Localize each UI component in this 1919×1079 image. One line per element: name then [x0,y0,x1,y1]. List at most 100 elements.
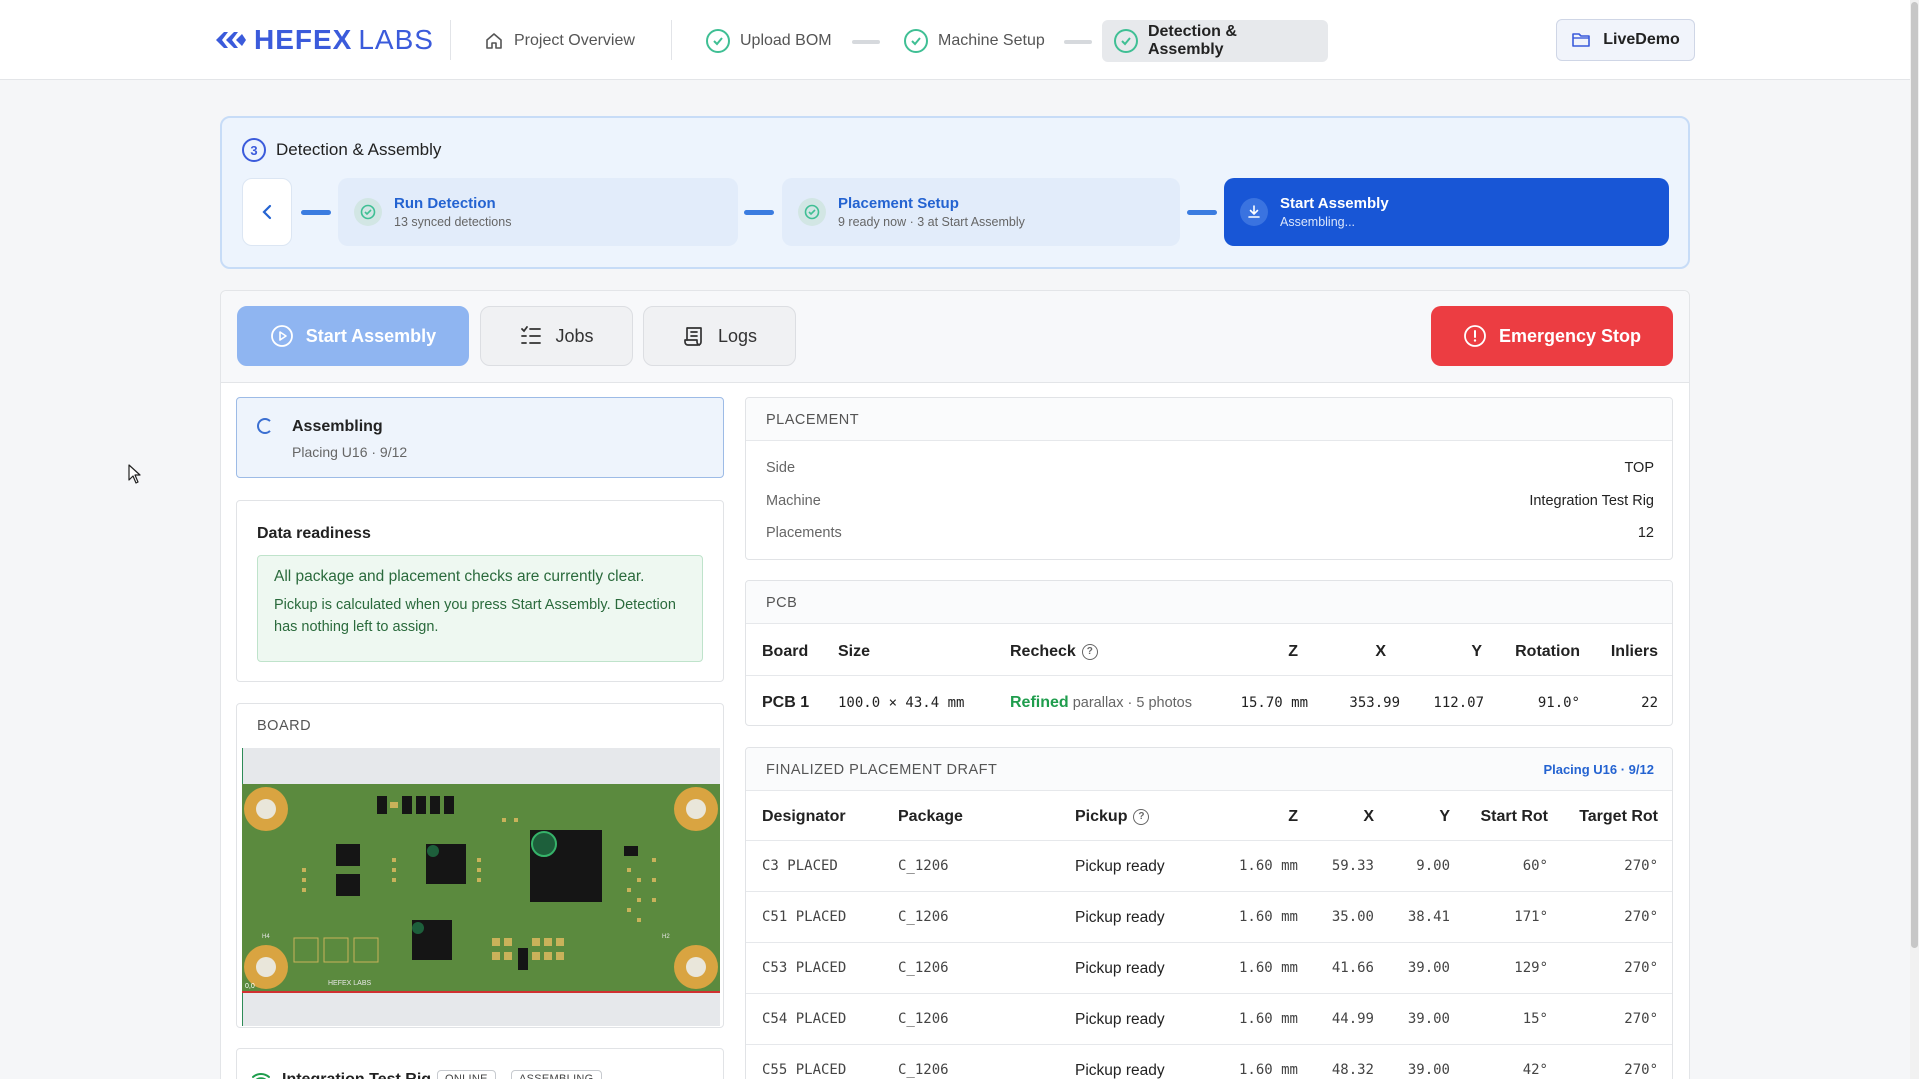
placement-row-placements: Placements 12 [766,525,1654,541]
divider [450,20,451,60]
placement-section-title: PLACEMENT [746,398,1672,441]
draft-table-row[interactable]: C54 PLACED C_1206 Pickup ready 1.60 mm 44.99… [746,994,1672,1045]
draft-table-row[interactable]: C51 PLACED C_1206 Pickup ready 1.60 mm 35.00… [746,892,1672,943]
stepper-header: 3 Detection & Assembly [242,138,441,162]
jobs-tab[interactable]: Jobs [480,306,633,366]
start-assembly-label: Start Assembly [305,325,437,346]
nav-detection-assembly-label: Detection & Assembly [1147,23,1237,58]
online-badge: ONLINE [437,1070,496,1079]
draft-cell-start-rot: 42° [1522,1062,1548,1078]
draft-cell-start-rot: 129° [1514,960,1548,976]
scrollbar-thumb[interactable] [1911,2,1918,948]
logs-label: Logs [717,325,758,346]
draft-header-pickup-label: Pickup [1075,808,1128,825]
draft-cell-z: 1.60 mm [1238,960,1298,976]
nav-upload-bom-label: Upload BOM [740,32,832,49]
nav-connector [1064,40,1092,44]
live-demo-button[interactable]: LiveDemo [1556,19,1695,61]
step-connector [301,210,331,215]
folder-icon [1572,33,1591,47]
check-circle-icon [798,198,826,226]
draft-cell-z: 1.60 mm [1238,909,1298,925]
step-number-badge: 3 [242,138,266,162]
help-icon[interactable]: ? [1133,808,1150,825]
draft-table-row[interactable]: C55 PLACED C_1206 Pickup ready 1.60 mm 48.32… [746,1045,1672,1079]
nav-project-overview[interactable]: Project Overview [472,20,647,62]
draft-table-row[interactable]: C3 PLACED C_1206 Pickup ready 1.60 mm 59.33 9… [746,841,1672,892]
brand-word-2: LABS [358,24,434,55]
nav-machine-setup[interactable]: Machine Setup [892,20,1057,62]
draft-cell-designator: C51 PLACED [762,909,847,925]
draft-cell-package: C_1206 [898,909,949,925]
board-viewer[interactable]: HEFEX LABS H4 H2 0,0 [241,748,720,1026]
draft-cell-package: C_1206 [898,1011,949,1027]
top-bar: HEFEX LABS Project Overview Upload BOM M… [0,0,1910,80]
step-run-detection[interactable]: Run Detection 13 synced detections [338,178,738,246]
pcb-section-title: PCB [746,581,1672,624]
placement-key: Placements [766,525,842,541]
placement-value: Integration Test Rig [1529,493,1654,509]
nav-connector [852,40,880,44]
draft-header-z: Z [1288,808,1298,825]
draft-cell-y: 9.00 [1416,858,1450,874]
draft-header-target-rot: Target Rot [1579,808,1658,825]
step-subtitle: Assembling... [1280,215,1356,229]
nav-upload-bom[interactable]: Upload BOM [694,20,844,62]
mouse-cursor-icon [128,464,141,484]
pcb-size-cell: 100.0 × 43.4 mm [838,695,965,711]
draft-cell-y: 38.41 [1407,909,1450,925]
board-silkscreen-text: HEFEX LABS [328,980,372,987]
placement-value: TOP [1624,460,1654,476]
placement-row-side: Side TOP [766,460,1654,476]
help-icon[interactable]: ? [1081,643,1098,660]
draft-header-x: X [1363,808,1374,825]
draft-header-designator: Designator [762,808,846,825]
divider [671,20,672,60]
placement-value: 12 [1637,525,1654,541]
assembly-status-subtitle: Placing U16 · 9/12 [292,444,408,460]
draft-cell-pickup: Pickup ready [1075,1011,1165,1028]
step-connector [744,210,774,215]
draft-cell-y: 39.00 [1407,1011,1450,1027]
pcb-inliers-cell: 22 [1641,695,1658,711]
draft-header-pickup: Pickup? [1075,808,1150,826]
draft-header-start-rot: Start Rot [1480,808,1548,825]
emergency-stop-button[interactable]: Emergency Stop [1431,306,1673,366]
nav-detection-assembly[interactable]: Detection & Assembly [1102,20,1328,62]
emergency-stop-label: Emergency Stop [1498,325,1642,346]
board-hole-label: H4 [262,934,270,940]
jobs-label: Jobs [555,325,594,346]
check-circle-icon [706,29,730,53]
brand-logo[interactable]: HEFEX LABS [214,22,434,58]
draft-status-label: Placing U16 · 9/12 [1543,762,1654,777]
pcb-z-cell: 15.70 mm [1240,695,1308,711]
step-start-assembly[interactable]: Start Assembly Assembling... [1224,178,1669,246]
pcb-y-cell: 112.07 [1433,695,1484,711]
draft-cell-start-rot: 171° [1514,909,1548,925]
readiness-detail: Pickup is calculated when you press Star… [274,597,676,635]
logs-tab[interactable]: Logs [643,306,796,366]
pcb-header-board: Board [762,643,809,660]
pcb-header-y: Y [1471,643,1482,660]
draft-cell-pickup: Pickup ready [1075,960,1165,977]
placement-card: PLACEMENT Side TOP Machine Integration T… [745,397,1673,560]
stepper-title: Detection & Assembly [276,140,442,159]
draft-cell-designator: C55 PLACED [762,1062,847,1078]
draft-table-row[interactable]: C53 PLACED C_1206 Pickup ready 1.60 mm 41.66… [746,943,1672,994]
draft-cell-package: C_1206 [898,858,949,874]
pcb-header-recheck: Recheck? [1010,643,1098,661]
check-circle-icon [354,198,382,226]
board-card: BOARD HEFEX LABS H4 H2 0,0 [236,703,724,1028]
step-placement-setup[interactable]: Placement Setup 9 ready now · 3 at Start… [782,178,1180,246]
placement-key: Machine [766,493,821,509]
draft-cell-designator: C54 PLACED [762,1011,847,1027]
draft-cell-x: 59.33 [1331,858,1374,874]
placement-key: Side [766,460,796,476]
start-assembly-button[interactable]: Start Assembly [237,306,469,366]
draft-cell-target-rot: 270° [1624,909,1658,925]
machine-status-card: Integration Test Rig ONLINE ASSEMBLING [236,1048,724,1079]
back-button[interactable] [242,178,292,246]
draft-cell-y: 39.00 [1407,1062,1450,1078]
step-connector [1187,210,1217,215]
download-icon [1240,198,1268,226]
